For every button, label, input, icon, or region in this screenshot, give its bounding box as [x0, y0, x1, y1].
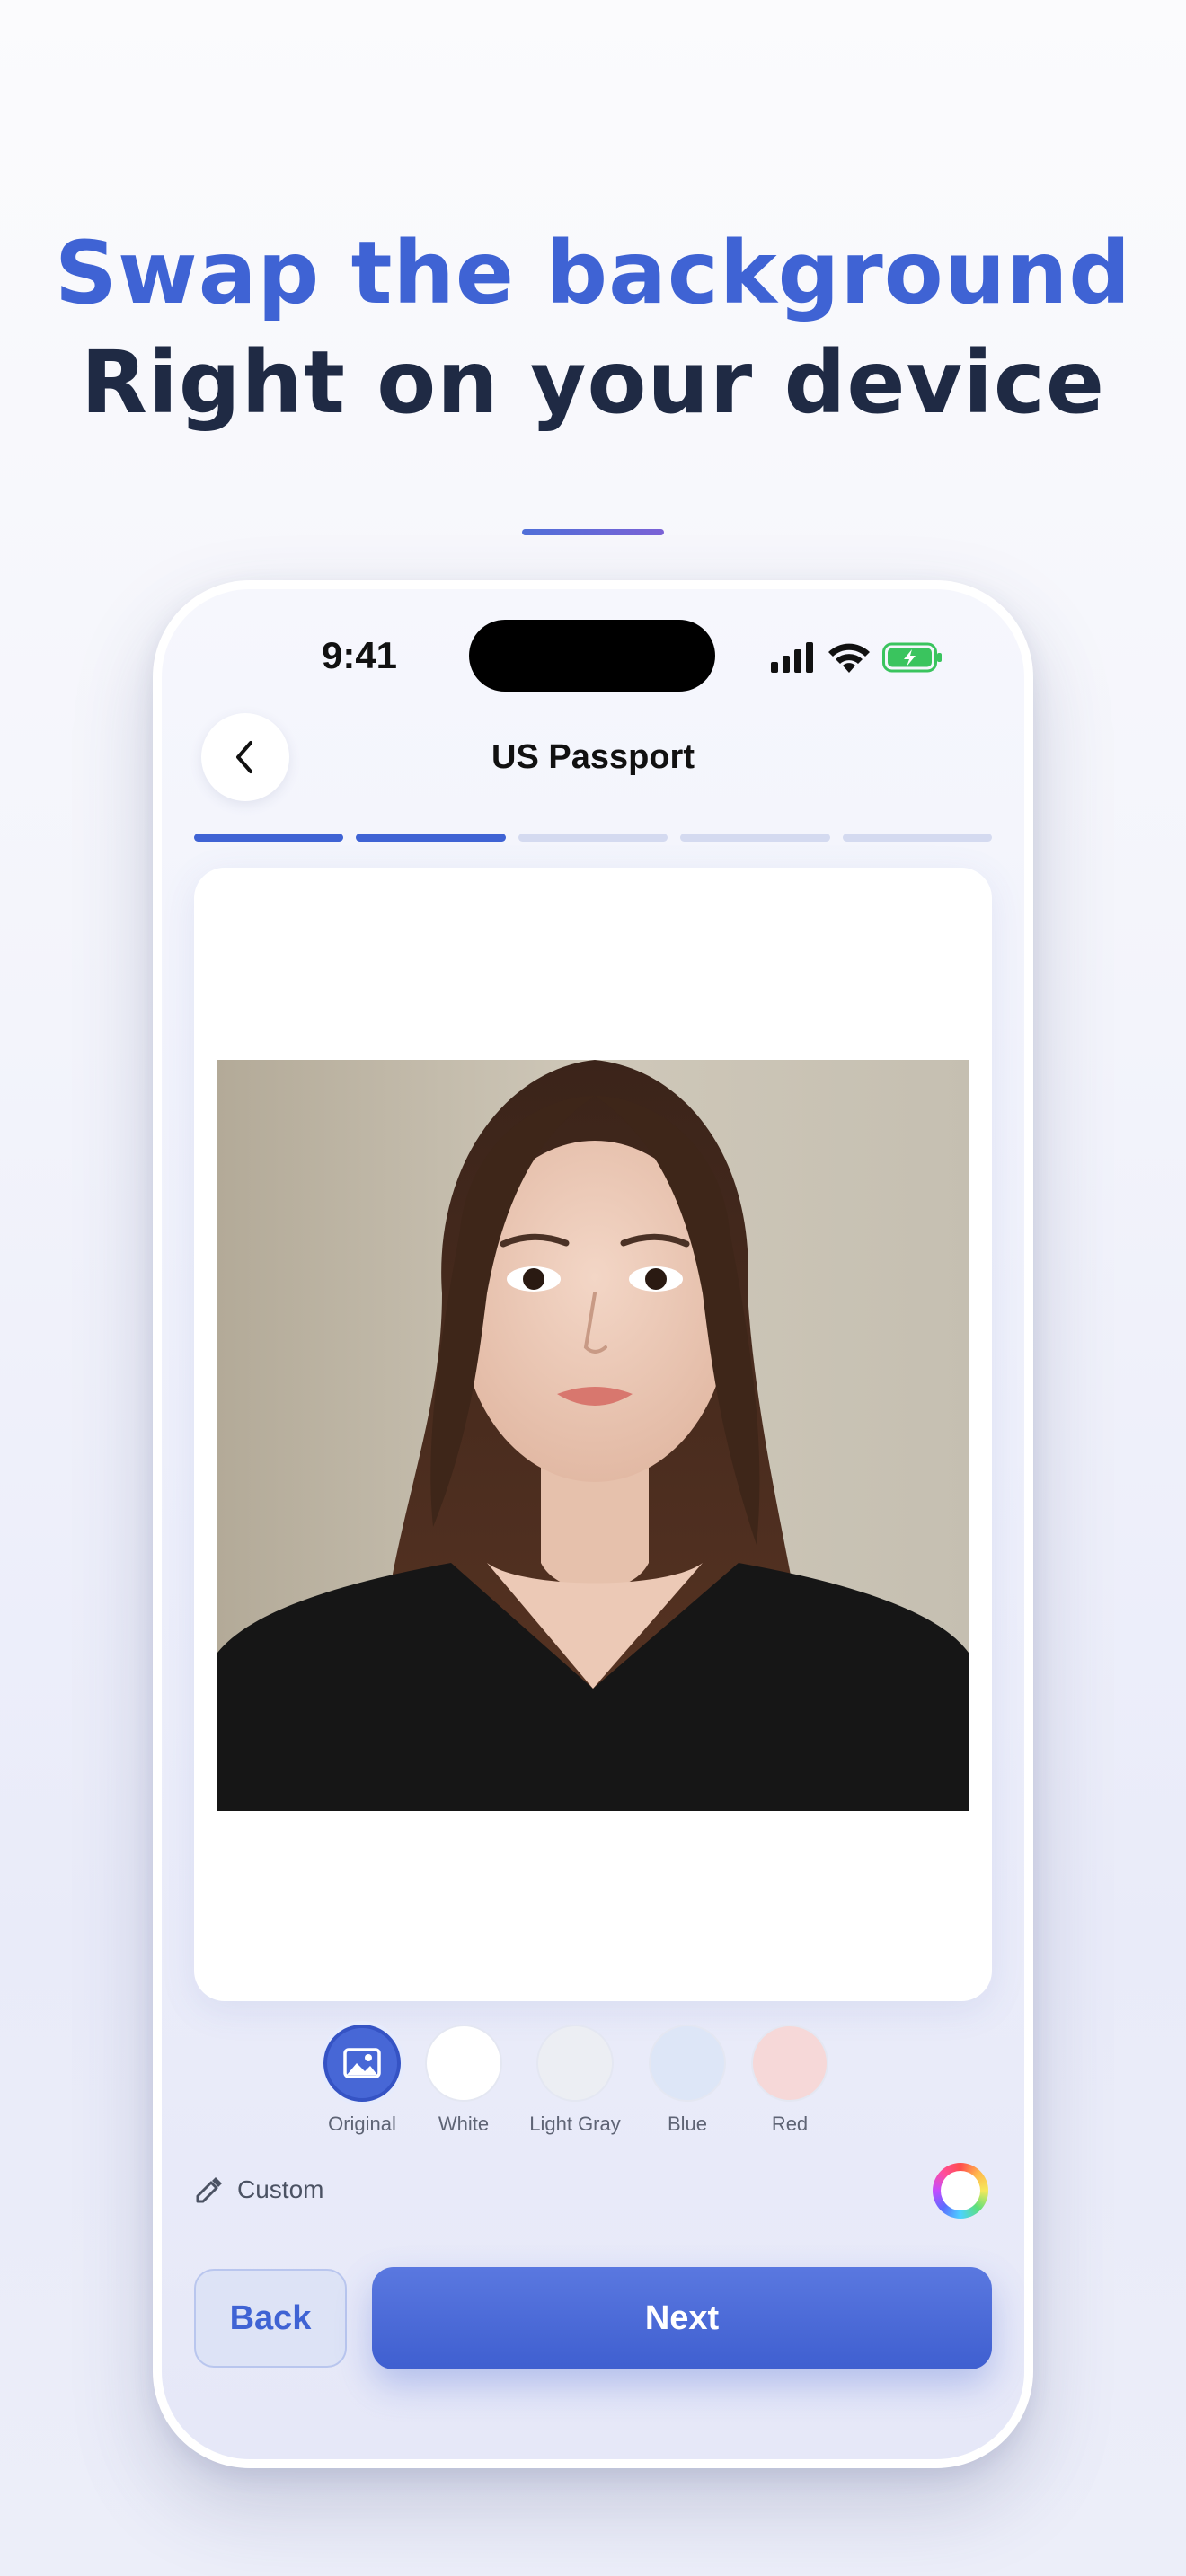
wifi-icon — [828, 643, 870, 673]
status-icons — [771, 640, 943, 675]
bg-option-label: Original — [328, 2113, 396, 2135]
background-options: Original White Light Gray Blue Red — [162, 2025, 1024, 2150]
back-nav-button[interactable] — [201, 713, 289, 801]
bg-option-light-gray[interactable]: Light Gray — [521, 2025, 629, 2136]
step-segment — [680, 834, 830, 842]
bg-option-label: Red — [771, 2113, 809, 2135]
chevron-left-icon — [236, 741, 252, 773]
signal-icon — [771, 642, 813, 673]
color-wheel-button[interactable] — [933, 2163, 988, 2219]
bg-option-label: White — [438, 2113, 490, 2135]
bg-option-white[interactable]: White — [410, 2025, 518, 2136]
custom-label: Custom — [237, 2175, 324, 2203]
step-segment — [518, 834, 668, 842]
page-title: US Passport — [491, 738, 695, 776]
bg-option-original[interactable]: Original — [308, 2025, 416, 2136]
swatch-blue[interactable] — [649, 2025, 726, 2102]
accent-divider — [522, 529, 664, 535]
portrait-photo — [217, 1060, 969, 1811]
step-segment — [842, 834, 993, 842]
battery-charging-icon — [882, 642, 942, 673]
eyedropper-icon — [196, 2177, 222, 2203]
status-time: 9:41 — [321, 634, 398, 676]
phone-screen: 9:41 US Passport Original White Light Gr… — [162, 589, 1024, 2459]
dynamic-island — [469, 620, 715, 692]
headline-secondary: Right on your device — [81, 332, 1105, 433]
bg-option-blue[interactable]: Blue — [633, 2025, 741, 2136]
image-icon — [343, 2048, 381, 2078]
swatch-original[interactable] — [323, 2025, 401, 2102]
photo-preview-card — [194, 868, 992, 2001]
phone-frame: 9:41 US Passport Original White Light Gr… — [153, 580, 1033, 2468]
back-button[interactable]: Back — [194, 2269, 347, 2368]
bg-option-red[interactable]: Red — [736, 2025, 844, 2136]
swatch-white[interactable] — [425, 2025, 502, 2102]
bg-option-label: Blue — [667, 2113, 708, 2135]
bg-option-label: Light Gray — [529, 2113, 621, 2135]
headline-primary: Swap the background — [54, 223, 1132, 323]
next-button[interactable]: Next — [372, 2267, 992, 2369]
step-segment — [194, 834, 344, 842]
swatch-red[interactable] — [751, 2025, 828, 2102]
custom-color-row[interactable]: Custom — [194, 2170, 323, 2210]
step-progress — [194, 834, 993, 842]
swatch-light-gray[interactable] — [536, 2025, 614, 2102]
step-segment — [356, 834, 506, 842]
